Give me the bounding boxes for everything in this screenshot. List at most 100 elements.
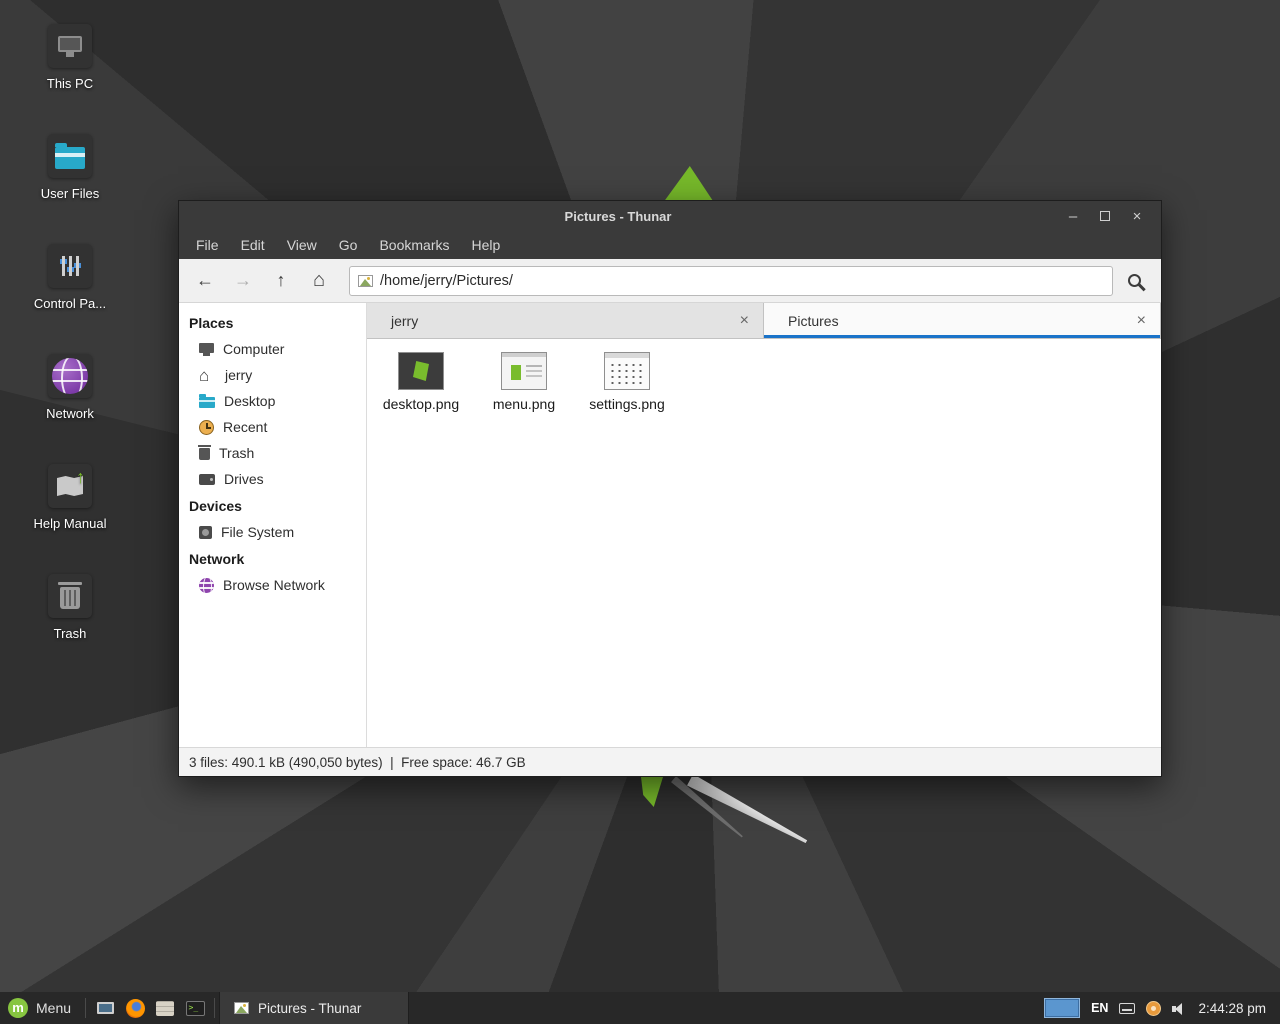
firefox-launcher[interactable] <box>120 992 150 1024</box>
desktop-icon-user-files[interactable]: User Files <box>0 134 140 226</box>
sidebar-item-label: Recent <box>223 419 267 435</box>
desktop-icon-label: This PC <box>47 76 93 91</box>
thumb-icon-grid-shape <box>609 362 646 385</box>
sidebar-item-drives[interactable]: Drives <box>179 466 366 492</box>
titlebar[interactable]: Pictures - Thunar – × <box>179 201 1161 231</box>
taskbar-window-button[interactable]: Pictures - Thunar <box>219 992 409 1024</box>
sidebar-item-file-system[interactable]: File System <box>179 519 366 545</box>
desktop-png-thumbnail <box>398 352 444 390</box>
window-main: Places Computer jerry Desktop Recent <box>179 303 1161 747</box>
clock[interactable]: 2:44:28 pm <box>1198 1001 1270 1016</box>
menu-button[interactable]: Menu <box>0 992 81 1024</box>
mint-leaf-shape <box>413 361 429 381</box>
path-bar[interactable]: /home/jerry/Pictures/ <box>349 266 1113 296</box>
file-manager-launcher[interactable] <box>150 992 180 1024</box>
menu-edit[interactable]: Edit <box>230 231 276 259</box>
sidebar-item-label: Desktop <box>224 393 275 409</box>
desktop-icon-control-panel[interactable]: Control Pa... <box>0 244 140 336</box>
desktop-icon-label: User Files <box>41 186 100 201</box>
keyboard-layout-icon[interactable] <box>1119 1003 1135 1014</box>
desktop-icon-column: This PC User Files Control Pa... Network… <box>0 24 140 666</box>
menu-help[interactable]: Help <box>461 231 512 259</box>
minimize-button[interactable]: – <box>1062 209 1084 224</box>
tab-bar: jerry × Pictures × <box>367 303 1161 339</box>
status-bar: 3 files: 490.1 kB (490,050 bytes) | Free… <box>179 747 1161 776</box>
desktop-icon-trash[interactable]: Trash <box>0 574 140 666</box>
system-tray: EN 2:44:28 pm <box>1044 992 1280 1024</box>
home-button[interactable] <box>301 265 337 297</box>
volume-icon[interactable] <box>1172 1002 1187 1015</box>
map-shape <box>57 476 83 496</box>
desktop-icon-label: Help Manual <box>34 516 107 531</box>
computer-icon <box>48 24 92 68</box>
menu-bookmarks[interactable]: Bookmarks <box>368 231 460 259</box>
file-name: settings.png <box>589 396 665 412</box>
sidebar-item-computer[interactable]: Computer <box>179 336 366 362</box>
desktop-icon-help-manual[interactable]: Help Manual <box>0 464 140 556</box>
taskbar: Menu Pictures - Thunar EN 2:44:28 pm <box>0 992 1280 1024</box>
folder-shape <box>55 147 85 169</box>
terminal-launcher[interactable] <box>180 992 210 1024</box>
desktop-icon-network[interactable]: Network <box>0 354 140 446</box>
sidebar-item-recent[interactable]: Recent <box>179 414 366 440</box>
menu-view[interactable]: View <box>276 231 328 259</box>
window-title: Pictures - Thunar <box>179 209 1057 224</box>
thumb-bar-shape <box>502 353 546 357</box>
search-icon <box>1128 274 1141 287</box>
back-button[interactable] <box>187 265 223 297</box>
tab-label: jerry <box>391 313 734 329</box>
sidebar-item-desktop[interactable]: Desktop <box>179 388 366 414</box>
tab-pictures[interactable]: Pictures × <box>764 303 1161 338</box>
show-desktop-button[interactable] <box>90 992 120 1024</box>
desktop-icon-this-pc[interactable]: This PC <box>0 24 140 116</box>
trash-icon <box>199 448 210 460</box>
sidebar-item-home[interactable]: jerry <box>179 362 366 388</box>
file-settings-png[interactable]: settings.png <box>583 352 671 412</box>
update-manager-icon[interactable] <box>1146 1001 1161 1016</box>
taskbar-separator <box>214 998 215 1018</box>
sidebar-item-label: Computer <box>223 341 284 357</box>
menu-go[interactable]: Go <box>328 231 369 259</box>
trash-shape <box>60 587 80 609</box>
globe-shape <box>52 358 88 394</box>
file-manager-icon <box>156 1001 174 1016</box>
sidebar-item-browse-network[interactable]: Browse Network <box>179 572 366 598</box>
sidebar-item-label: Trash <box>219 445 254 461</box>
sidebar-section-devices: Devices <box>179 492 366 519</box>
filesystem-icon <box>199 526 212 539</box>
maximize-button[interactable] <box>1094 209 1116 224</box>
tab-close-icon[interactable]: × <box>734 312 755 330</box>
tab-jerry[interactable]: jerry × <box>367 303 764 338</box>
globe-icon <box>199 578 214 593</box>
thumb-titlebar-shape <box>605 353 649 358</box>
sidebar-section-network: Network <box>179 545 366 572</box>
settings-png-thumbnail <box>604 352 650 390</box>
thunar-task-icon <box>234 1002 249 1014</box>
clock-icon <box>199 420 214 435</box>
close-button[interactable]: × <box>1126 209 1148 224</box>
current-path: /home/jerry/Pictures/ <box>380 273 513 289</box>
sidebar-item-label: Drives <box>224 471 264 487</box>
up-button[interactable] <box>263 265 299 297</box>
show-desktop-icon <box>97 1002 114 1014</box>
file-desktop-png[interactable]: desktop.png <box>377 352 465 412</box>
maximize-icon <box>1100 211 1110 221</box>
file-menu-png[interactable]: menu.png <box>480 352 568 412</box>
forward-button[interactable] <box>225 265 261 297</box>
trash-icon <box>48 574 92 618</box>
menu-file[interactable]: File <box>185 231 230 259</box>
thumb-lines-shape <box>526 365 542 367</box>
desktop-icon-label: Network <box>46 406 94 421</box>
tab-close-icon[interactable]: × <box>1131 312 1152 330</box>
terminal-icon <box>186 1001 205 1016</box>
sidebar: Places Computer jerry Desktop Recent <box>179 303 367 747</box>
search-button[interactable] <box>1115 265 1153 297</box>
sidebar-item-label: jerry <box>225 367 252 383</box>
workspace-switcher[interactable] <box>1044 998 1080 1018</box>
network-globe-icon <box>48 354 92 398</box>
window-controls: – × <box>1057 209 1161 224</box>
menubar: File Edit View Go Bookmarks Help <box>179 231 1161 259</box>
screen: This PC User Files Control Pa... Network… <box>0 0 1280 1024</box>
sidebar-item-trash[interactable]: Trash <box>179 440 366 466</box>
keyboard-language-indicator[interactable]: EN <box>1091 1001 1108 1015</box>
